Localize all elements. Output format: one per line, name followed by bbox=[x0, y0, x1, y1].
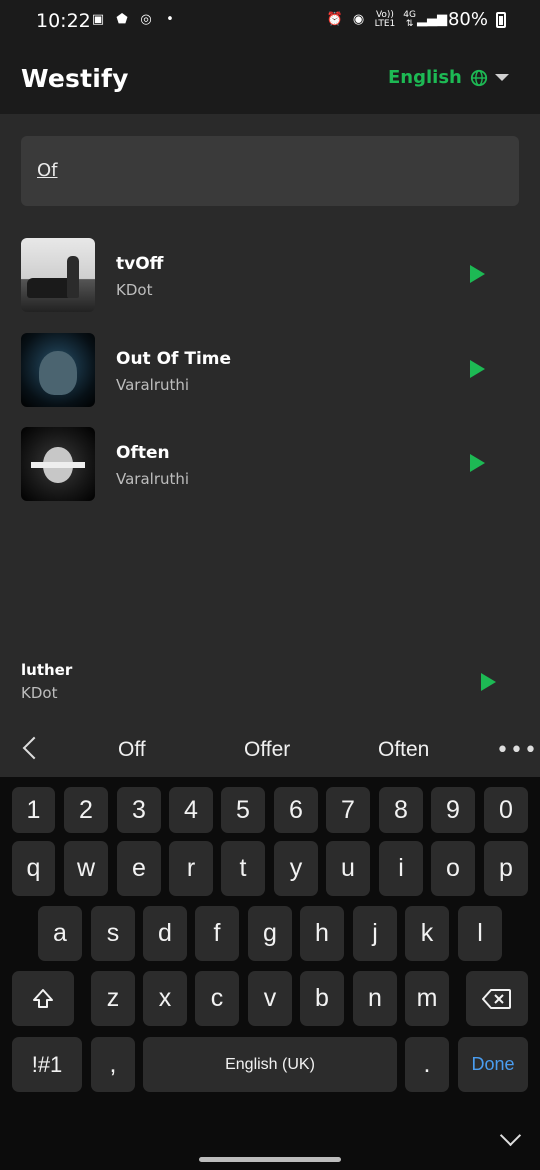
play-icon[interactable] bbox=[470, 265, 485, 283]
key-m[interactable]: m bbox=[405, 971, 449, 1026]
key-k[interactable]: k bbox=[405, 906, 449, 961]
key-j[interactable]: j bbox=[353, 906, 397, 961]
key-p[interactable]: p bbox=[484, 841, 528, 896]
song-row[interactable]: Out Of Time Varalruthi bbox=[0, 333, 540, 413]
backspace-key[interactable] bbox=[466, 971, 528, 1026]
data-indicator: 4G ⇅ bbox=[403, 9, 416, 29]
language-selector[interactable]: English bbox=[388, 67, 488, 88]
instagram-icon: ◎ bbox=[140, 11, 152, 27]
shift-icon bbox=[33, 988, 53, 1008]
key-a[interactable]: a bbox=[38, 906, 82, 961]
key-h[interactable]: h bbox=[300, 906, 344, 961]
key-3[interactable]: 3 bbox=[117, 787, 161, 833]
dropdown-caret-icon[interactable] bbox=[495, 74, 509, 81]
language-label: English bbox=[388, 67, 462, 88]
volte-indicator: Vo)) LTE1 bbox=[374, 9, 396, 29]
suggestion-item[interactable]: Off bbox=[118, 738, 146, 762]
status-time: 10:22 bbox=[36, 10, 91, 32]
alarm-icon: ⏰ bbox=[326, 12, 343, 27]
suggestion-item[interactable]: Offer bbox=[244, 738, 290, 762]
key-c[interactable]: c bbox=[195, 971, 239, 1026]
key-v[interactable]: v bbox=[248, 971, 292, 1026]
key-r[interactable]: r bbox=[169, 841, 213, 896]
play-icon[interactable] bbox=[470, 360, 485, 378]
backspace-icon bbox=[482, 988, 511, 1009]
song-title: Out Of Time bbox=[116, 349, 232, 369]
key-0[interactable]: 0 bbox=[484, 787, 528, 833]
key-7[interactable]: 7 bbox=[326, 787, 370, 833]
song-artist: KDot bbox=[116, 281, 153, 299]
shift-key[interactable] bbox=[12, 971, 74, 1026]
symbols-key[interactable]: !#1 bbox=[12, 1037, 82, 1092]
home-indicator[interactable] bbox=[199, 1157, 341, 1162]
chevron-left-icon[interactable] bbox=[22, 736, 46, 760]
space-key[interactable]: English (UK) bbox=[143, 1037, 397, 1092]
key-l[interactable]: l bbox=[458, 906, 502, 961]
song-artist: Varalruthi bbox=[116, 470, 190, 488]
song-row[interactable]: tvOff KDot bbox=[0, 238, 540, 318]
battery-icon bbox=[496, 11, 506, 28]
key-4[interactable]: 4 bbox=[169, 787, 213, 833]
search-query: Of bbox=[37, 160, 58, 181]
key-g[interactable]: g bbox=[248, 906, 292, 961]
song-title: tvOff bbox=[116, 254, 164, 274]
key-b[interactable]: b bbox=[300, 971, 344, 1026]
key-f[interactable]: f bbox=[195, 906, 239, 961]
key-q[interactable]: q bbox=[12, 841, 55, 896]
key-8[interactable]: 8 bbox=[379, 787, 423, 833]
shield-icon: ⬟ bbox=[116, 11, 128, 27]
now-playing-artist: KDot bbox=[21, 684, 58, 702]
album-cover bbox=[21, 427, 95, 501]
battery-percent: 80% bbox=[447, 9, 488, 30]
done-key[interactable]: Done bbox=[458, 1037, 528, 1092]
key-z[interactable]: z bbox=[91, 971, 135, 1026]
key-1[interactable]: 1 bbox=[12, 787, 55, 833]
key-w[interactable]: w bbox=[64, 841, 108, 896]
period-key[interactable]: . bbox=[405, 1037, 449, 1092]
gallery-icon: ▣ bbox=[91, 11, 105, 27]
comma-key[interactable]: , bbox=[91, 1037, 135, 1092]
key-o[interactable]: o bbox=[431, 841, 475, 896]
song-title: Often bbox=[116, 443, 170, 463]
key-x[interactable]: x bbox=[143, 971, 187, 1026]
key-d[interactable]: d bbox=[143, 906, 187, 961]
more-options-icon[interactable]: ••• bbox=[496, 738, 538, 763]
key-n[interactable]: n bbox=[353, 971, 397, 1026]
play-icon[interactable] bbox=[481, 673, 496, 691]
keyboard: 1 2 3 4 5 6 7 8 9 0 q w e r t y u i o p … bbox=[0, 777, 540, 1170]
key-u[interactable]: u bbox=[326, 841, 370, 896]
key-6[interactable]: 6 bbox=[274, 787, 318, 833]
suggestion-item[interactable]: Often bbox=[378, 738, 429, 762]
key-9[interactable]: 9 bbox=[431, 787, 475, 833]
dot-icon: • bbox=[166, 11, 174, 27]
key-2[interactable]: 2 bbox=[64, 787, 108, 833]
album-cover bbox=[21, 333, 95, 407]
key-5[interactable]: 5 bbox=[221, 787, 265, 833]
app-title: Westify bbox=[21, 64, 129, 93]
album-cover bbox=[21, 238, 95, 312]
song-row[interactable]: Often Varalruthi bbox=[0, 427, 540, 507]
status-bar: 10:22 ▣ ⬟ ◎ • ⏰ ◉ Vo)) LTE1 4G ⇅ ▂▄▆ 80% bbox=[0, 0, 540, 42]
key-t[interactable]: t bbox=[221, 841, 265, 896]
hotspot-icon: ◉ bbox=[352, 12, 365, 27]
play-icon[interactable] bbox=[470, 454, 485, 472]
signal-icon: ▂▄▆ bbox=[416, 12, 447, 27]
key-i[interactable]: i bbox=[379, 841, 423, 896]
keyboard-suggestion-bar: Off Offer Often ••• bbox=[0, 724, 540, 777]
song-artist: Varalruthi bbox=[116, 376, 190, 394]
search-input[interactable]: Of bbox=[21, 136, 519, 206]
key-y[interactable]: y bbox=[274, 841, 318, 896]
key-e[interactable]: e bbox=[117, 841, 161, 896]
app-bar: Westify English bbox=[0, 42, 540, 114]
key-s[interactable]: s bbox=[91, 906, 135, 961]
globe-icon bbox=[470, 69, 487, 86]
now-playing-title: luther bbox=[21, 661, 73, 679]
